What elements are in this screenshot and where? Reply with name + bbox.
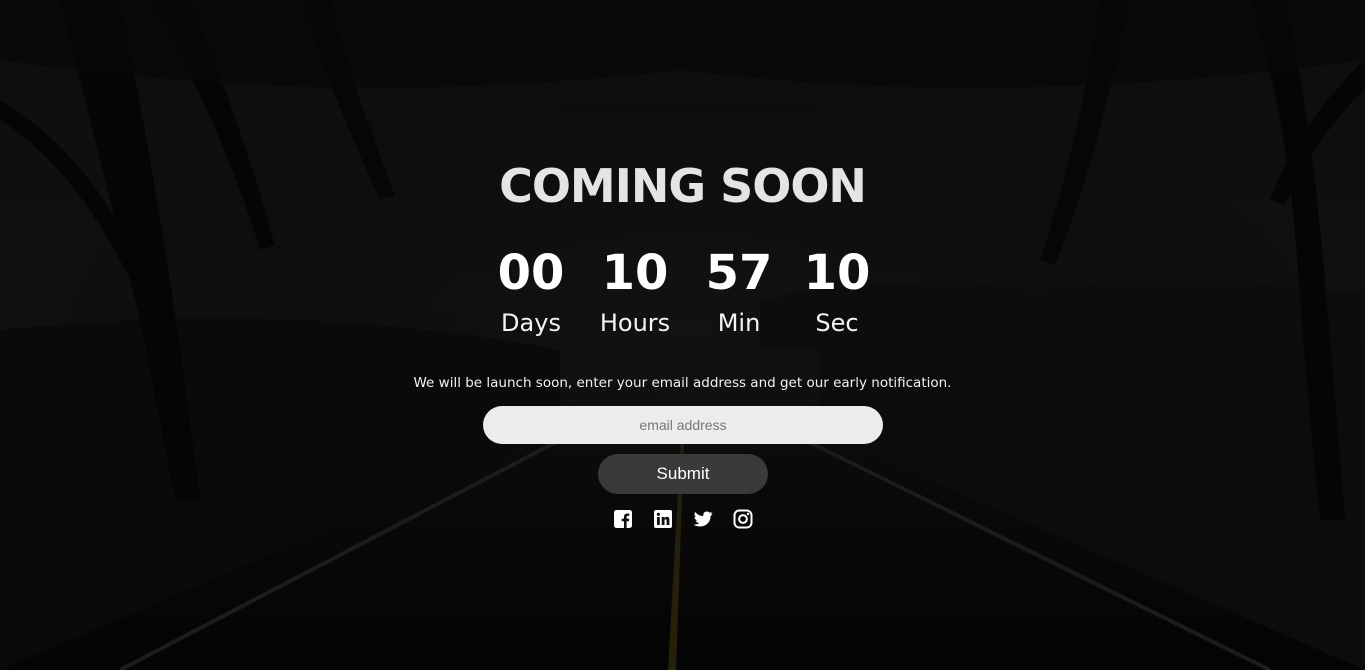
coming-soon-page: COMING SOON 00 Days 10 Hours 57 Min 10 S…	[0, 0, 1365, 670]
linkedin-link[interactable]	[653, 509, 673, 529]
countdown-hours-label: Hours	[599, 309, 671, 337]
countdown-minutes-value: 57	[705, 245, 773, 301]
countdown-days-value: 00	[497, 245, 565, 301]
page-title: COMING SOON	[499, 159, 867, 213]
launch-notice: We will be launch soon, enter your email…	[413, 375, 952, 391]
instagram-icon	[733, 509, 753, 529]
twitter-icon	[693, 511, 713, 527]
countdown-days-label: Days	[501, 309, 561, 337]
facebook-icon	[614, 510, 632, 528]
countdown-seconds-value: 10	[803, 245, 871, 301]
submit-button[interactable]: Submit	[598, 454, 768, 494]
facebook-link[interactable]	[613, 509, 633, 529]
countdown-hours-value: 10	[601, 245, 669, 301]
email-input[interactable]	[483, 406, 883, 444]
countdown-minutes-label: Min	[717, 309, 761, 337]
countdown-seconds-label: Sec	[815, 309, 859, 337]
linkedin-icon	[654, 510, 672, 528]
instagram-link[interactable]	[733, 509, 753, 529]
content-overlay: COMING SOON 00 Days 10 Hours 57 Min 10 S…	[0, 0, 1365, 670]
twitter-link[interactable]	[693, 509, 713, 529]
